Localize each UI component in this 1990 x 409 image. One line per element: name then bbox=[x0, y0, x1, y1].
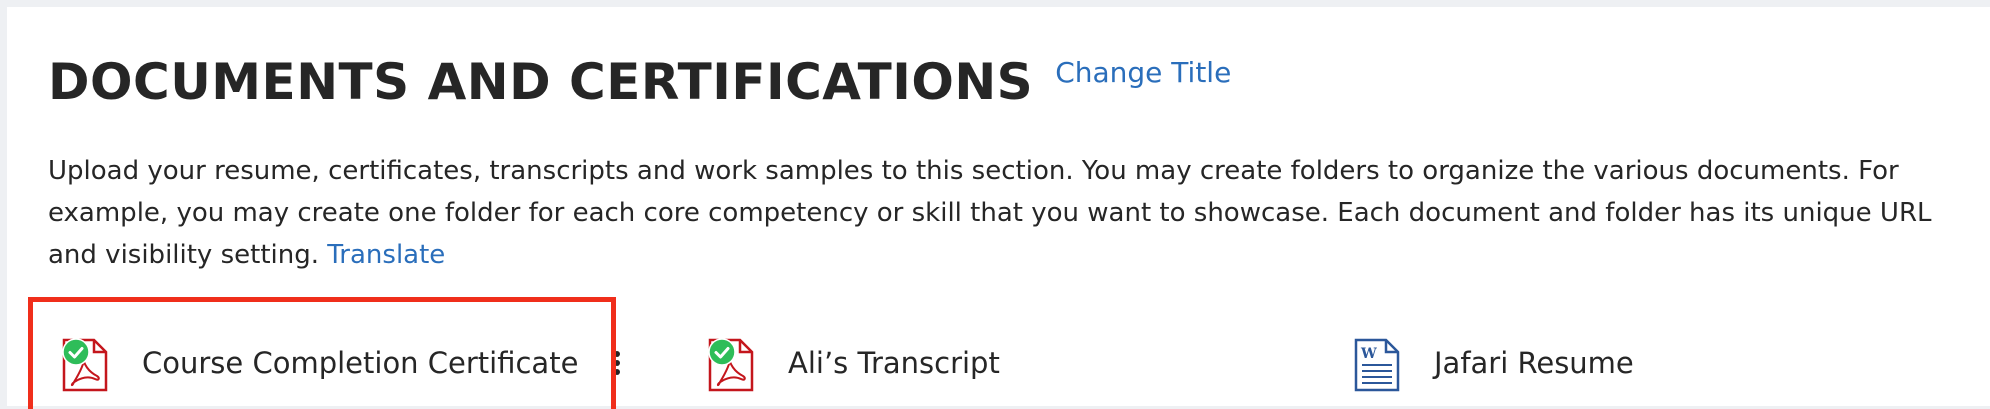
change-title-link[interactable]: Change Title bbox=[1055, 56, 1231, 89]
page-title: DOCUMENTS AND CERTIFICATIONS bbox=[48, 53, 1034, 111]
word-doc-icon: W bbox=[1354, 332, 1410, 394]
verified-check-icon bbox=[62, 338, 90, 366]
verified-check-icon bbox=[708, 338, 736, 366]
section-description: Upload your resume, certificates, transc… bbox=[48, 150, 1948, 276]
document-item-jafari-resume[interactable]: W Jafari Resume bbox=[1354, 328, 1634, 398]
document-name[interactable]: Course Completion Certificate bbox=[142, 346, 578, 380]
more-options-icon[interactable] bbox=[608, 348, 626, 378]
pdf-icon bbox=[62, 332, 118, 394]
pdf-icon bbox=[708, 332, 764, 394]
document-item-alis-transcript[interactable]: Ali’s Transcript bbox=[708, 328, 1000, 398]
section-header: DOCUMENTS AND CERTIFICATIONS Change Titl… bbox=[48, 50, 1231, 114]
document-name[interactable]: Ali’s Transcript bbox=[788, 346, 1000, 380]
document-name[interactable]: Jafari Resume bbox=[1434, 346, 1634, 380]
translate-link[interactable]: Translate bbox=[327, 240, 445, 270]
document-item-course-completion-certificate[interactable]: Course Completion Certificate bbox=[62, 328, 626, 398]
svg-text:W: W bbox=[1360, 346, 1377, 362]
